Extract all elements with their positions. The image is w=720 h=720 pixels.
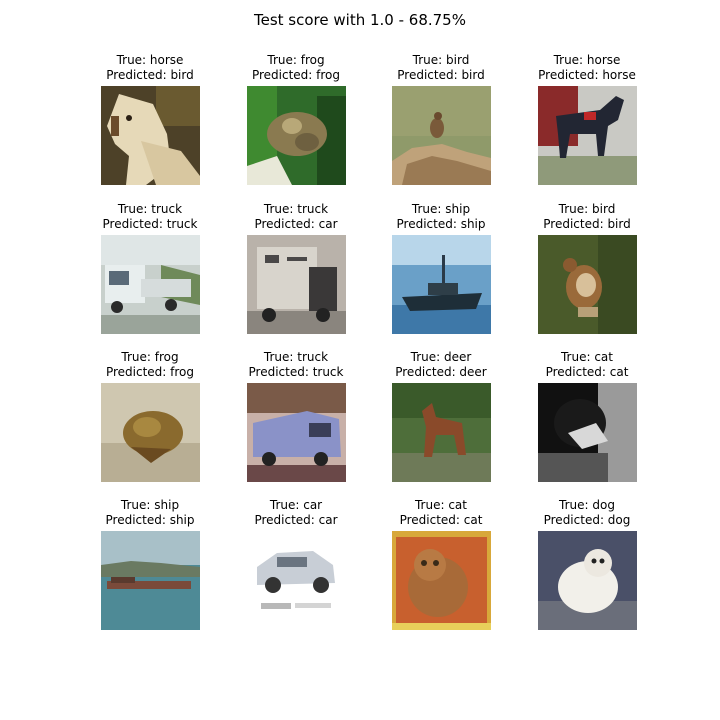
predicted-label: Predicted: car xyxy=(254,217,338,231)
panel-3: True: bird Predicted: bird xyxy=(368,53,514,185)
thumbnail-car xyxy=(246,531,346,630)
thumbnail-horse xyxy=(100,86,200,185)
panel-13: True: ship Predicted: ship xyxy=(77,498,223,630)
thumbnail-bird xyxy=(391,86,491,185)
panel-10: True: truck Predicted: truck xyxy=(223,350,369,482)
panel-11: True: deer Predicted: deer xyxy=(368,350,514,482)
panel-12: True: cat Predicted: cat xyxy=(514,350,660,482)
panel-6: True: truck Predicted: car xyxy=(223,202,369,334)
predicted-label: Predicted: deer xyxy=(395,365,487,379)
panel-15: True: cat Predicted: cat xyxy=(368,498,514,630)
true-label: True: truck xyxy=(263,202,329,216)
thumbnail-truck xyxy=(100,235,200,334)
thumbnail-deer xyxy=(391,383,491,482)
true-label: True: horse xyxy=(116,53,184,67)
panel-8: True: bird Predicted: bird xyxy=(514,202,660,334)
thumbnail-truck xyxy=(246,383,346,482)
predicted-label: Predicted: ship xyxy=(396,217,486,231)
figure-title: Test score with 1.0 - 68.75% xyxy=(254,11,466,29)
panel-9: True: frog Predicted: frog xyxy=(77,350,223,482)
predicted-label: Predicted: horse xyxy=(538,68,636,82)
true-label: True: bird xyxy=(558,202,616,216)
true-label: True: car xyxy=(269,498,323,512)
thumbnail-bird xyxy=(537,235,637,334)
predicted-label: Predicted: truck xyxy=(248,365,344,379)
thumbnail-frog xyxy=(100,383,200,482)
thumbnail-horse xyxy=(537,86,637,185)
thumbnail-cat xyxy=(391,531,491,630)
predicted-label: Predicted: ship xyxy=(105,513,195,527)
true-label: True: frog xyxy=(267,53,325,67)
panel-1: True: horse Predicted: bird xyxy=(77,53,223,185)
true-label: True: frog xyxy=(121,350,179,364)
true-label: True: cat xyxy=(560,350,613,364)
predicted-label: Predicted: car xyxy=(254,513,338,527)
true-label: True: bird xyxy=(412,53,470,67)
predicted-label: Predicted: bird xyxy=(397,68,485,82)
thumbnail-dog xyxy=(537,531,637,630)
predicted-label: Predicted: cat xyxy=(545,365,629,379)
predicted-label: Predicted: cat xyxy=(399,513,483,527)
predicted-label: Predicted: dog xyxy=(543,513,631,527)
true-label: True: truck xyxy=(117,202,183,216)
predicted-label: Predicted: bird xyxy=(543,217,631,231)
predicted-label: Predicted: truck xyxy=(102,217,198,231)
true-label: True: ship xyxy=(120,498,180,512)
panel-16: True: dog Predicted: dog xyxy=(514,498,660,630)
predicted-label: Predicted: bird xyxy=(106,68,194,82)
thumbnail-ship xyxy=(100,531,200,630)
predicted-label: Predicted: frog xyxy=(105,365,195,379)
panel-7: True: ship Predicted: ship xyxy=(368,202,514,334)
true-label: True: ship xyxy=(411,202,471,216)
thumbnail-cat xyxy=(537,383,637,482)
true-label: True: horse xyxy=(553,53,621,67)
thumbnail-ship xyxy=(391,235,491,334)
true-label: True: truck xyxy=(263,350,329,364)
panel-2: True: frog Predicted: frog xyxy=(223,53,369,185)
true-label: True: deer xyxy=(410,350,472,364)
predicted-label: Predicted: frog xyxy=(251,68,341,82)
panel-14: True: car Predicted: car xyxy=(223,498,369,630)
true-label: True: cat xyxy=(414,498,467,512)
thumbnail-truck xyxy=(246,235,346,334)
thumbnail-frog xyxy=(246,86,346,185)
panel-5: True: truck Predicted: truck xyxy=(77,202,223,334)
panel-4: True: horse Predicted: horse xyxy=(514,53,660,185)
true-label: True: dog xyxy=(559,498,615,512)
